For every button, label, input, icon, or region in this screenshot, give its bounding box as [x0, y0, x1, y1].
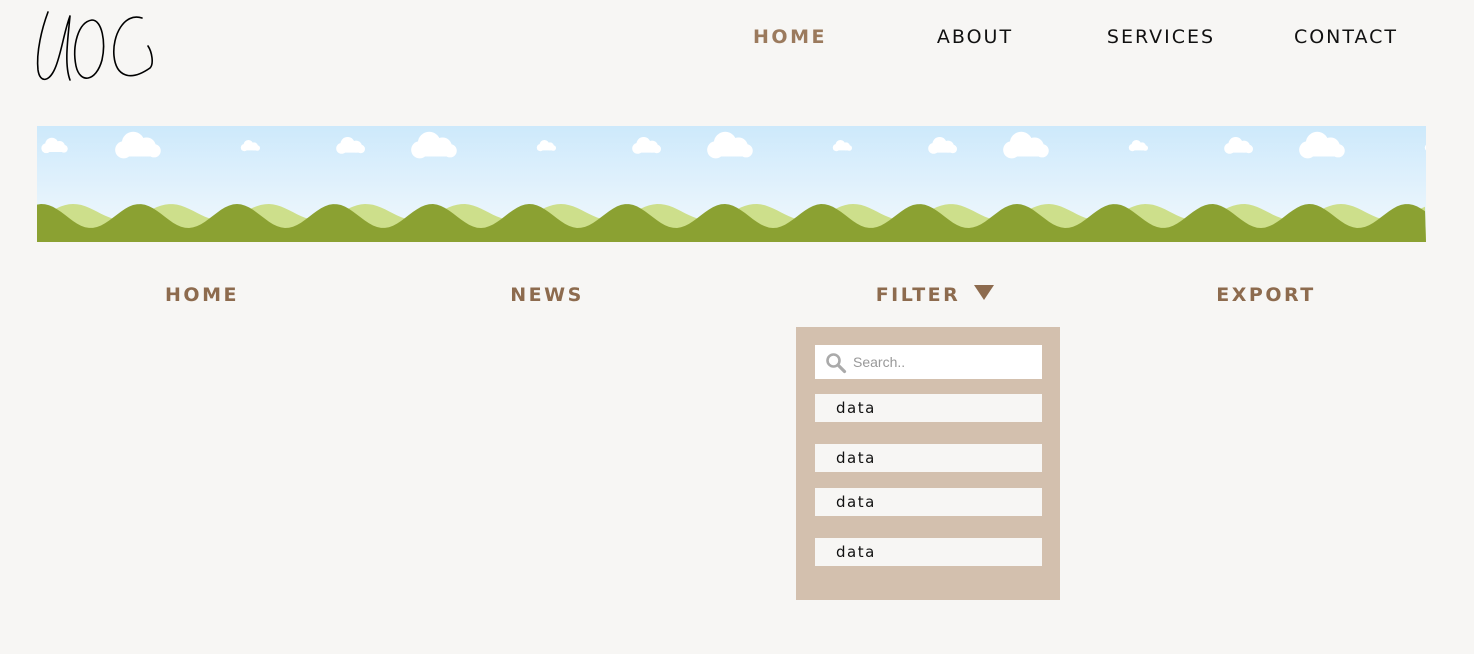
top-nav-home[interactable]: HOME — [710, 26, 870, 48]
secondary-nav: HOME NEWS FILTER EXPORT — [0, 284, 1474, 310]
sub-nav-export[interactable]: EXPORT — [1176, 284, 1356, 306]
hero-banner — [37, 126, 1426, 242]
top-nav-services[interactable]: SERVICES — [1081, 26, 1241, 48]
search-input[interactable] — [853, 345, 1038, 379]
sub-nav-filter[interactable]: FILTER — [840, 284, 1030, 306]
top-nav-about[interactable]: ABOUT — [895, 26, 1055, 48]
dropdown-option[interactable]: data — [815, 444, 1042, 472]
dropdown-option[interactable]: data — [815, 394, 1042, 422]
search-icon — [826, 353, 847, 374]
top-nav: HOME ABOUT SERVICES CONTACT — [0, 26, 1474, 50]
sub-nav-news[interactable]: NEWS — [457, 284, 637, 306]
search-box[interactable] — [815, 345, 1042, 379]
dropdown-option[interactable]: data — [815, 538, 1042, 566]
sub-nav-home[interactable]: HOME — [112, 284, 292, 306]
filter-dropdown: data data data data — [796, 327, 1060, 600]
landscape-illustration — [37, 126, 1426, 242]
top-nav-contact[interactable]: CONTACT — [1266, 26, 1426, 48]
caret-down-icon — [974, 285, 995, 300]
filter-label: FILTER — [875, 284, 961, 306]
dropdown-option[interactable]: data — [815, 488, 1042, 516]
